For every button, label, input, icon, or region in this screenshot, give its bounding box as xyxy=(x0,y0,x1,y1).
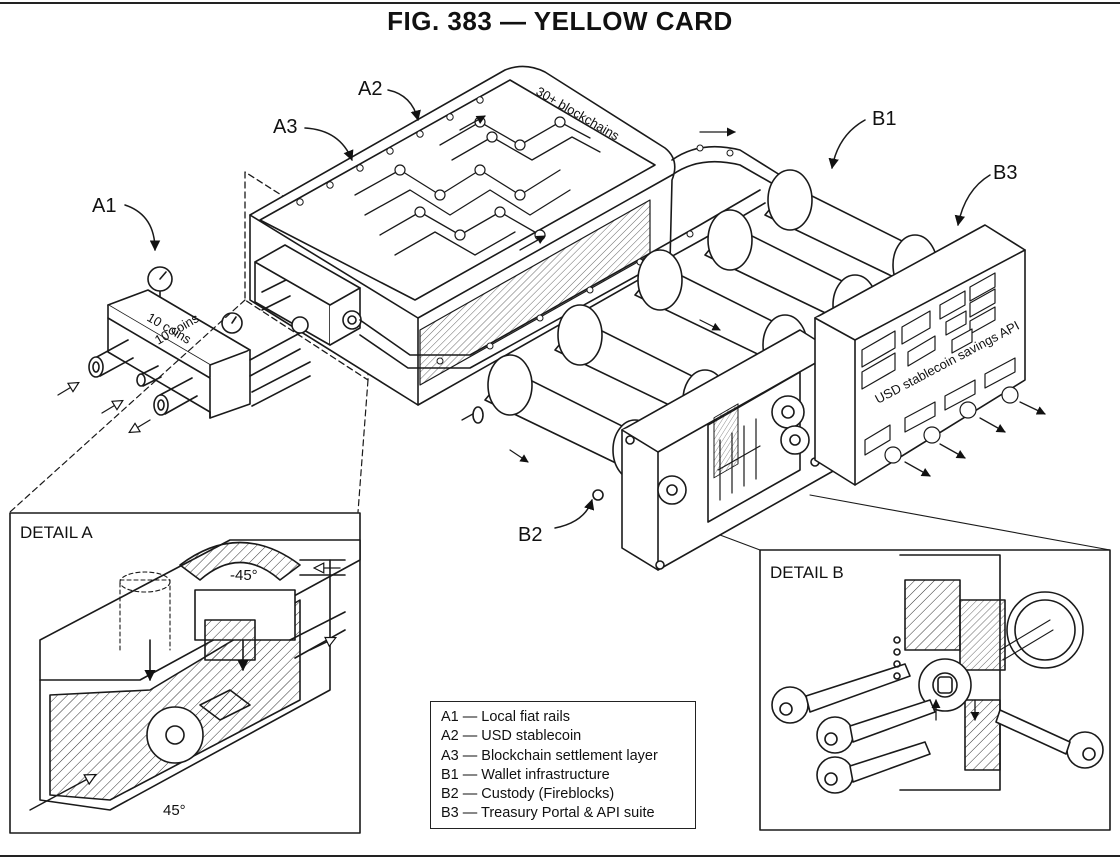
label-b2: B2 xyxy=(518,524,542,546)
detail-a-angle-top: -45° xyxy=(230,567,258,584)
legend-item: B3 — Treasury Portal & API suite xyxy=(441,805,655,822)
legend-item: B1 — Wallet infrastructure xyxy=(441,766,610,783)
legend-item: A3 — Blockchain settlement layer xyxy=(441,747,658,764)
label-b3: B3 xyxy=(993,162,1017,184)
detail-a-title: DETAIL A xyxy=(20,523,93,542)
legend-box: A1 — Local fiat rails A2 — USD stablecoi… xyxy=(430,701,696,829)
detail-a-angle-bottom: 45° xyxy=(163,802,186,819)
label-a1: A1 xyxy=(92,195,116,217)
label-a2: A2 xyxy=(358,78,382,100)
legend-item: B2 — Custody (Fireblocks) xyxy=(441,786,615,803)
fiat-inflow-arrows xyxy=(57,383,151,432)
detail-b-title: DETAIL B xyxy=(770,563,844,582)
treasury-panel xyxy=(814,224,1046,486)
detail-b-panel xyxy=(719,494,1111,831)
legend-item: A1 — Local fiat rails xyxy=(441,709,570,725)
label-b1: B1 xyxy=(872,108,896,130)
label-a3: A3 xyxy=(273,116,297,138)
legend-item: A2 — USD stablecoin xyxy=(441,728,582,745)
detail-a-panel xyxy=(9,512,361,834)
